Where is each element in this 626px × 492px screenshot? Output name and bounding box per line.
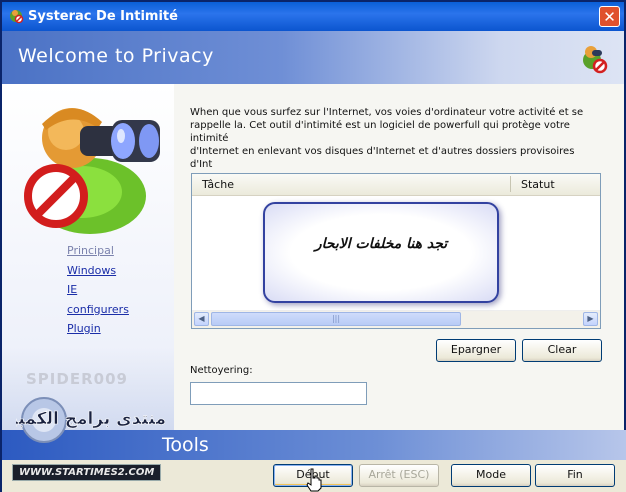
epargner-button[interactable]: Epargner <box>436 339 516 362</box>
app-window: Systerac De Intimité ✕ Welcome to Privac… <box>0 0 626 492</box>
page-title: Welcome to Privacy <box>18 45 214 67</box>
spy-mascot-icon <box>24 108 160 234</box>
nav-link-configurers[interactable]: configurers <box>67 303 129 323</box>
watermark-spider: SPIDER009 <box>26 370 128 388</box>
forum-logo-text: منتدى برامج الكمبيوتر <box>16 409 166 429</box>
sidebar-nav: Principal Windows IE configurers Plugin <box>67 244 129 342</box>
annotation-callout: تجد هنا مخلفات الابحار <box>263 202 499 303</box>
nav-link-plugin[interactable]: Plugin <box>67 322 129 342</box>
forum-logo: منتدى برامج الكمبيوتر <box>16 397 166 443</box>
privacy-spy-icon <box>583 46 608 74</box>
title-bar[interactable]: Systerac De Intimité ✕ <box>2 2 624 31</box>
tools-label: Tools <box>162 434 209 456</box>
window-title: Systerac De Intimité <box>28 9 178 24</box>
close-icon: ✕ <box>603 8 616 26</box>
hand-cursor-icon <box>306 468 322 492</box>
mode-button[interactable]: Mode <box>451 464 531 487</box>
nav-link-principal[interactable]: Principal <box>67 244 129 264</box>
app-icon <box>10 10 24 24</box>
nav-link-ie[interactable]: IE <box>67 283 129 303</box>
nettoyering-label: Nettoyering: <box>190 365 253 376</box>
header-banner: Welcome to Privacy <box>2 31 624 84</box>
horizontal-scrollbar[interactable]: ◀ ||| ▶ <box>192 310 600 328</box>
site-url-badge: WWW.STARTIMES2.COM <box>12 464 162 481</box>
task-list-header: Tâche Statut <box>192 174 600 196</box>
scroll-right-icon[interactable]: ▶ <box>583 312 598 326</box>
scroll-left-icon[interactable]: ◀ <box>194 312 209 326</box>
scroll-thumb[interactable]: ||| <box>211 312 461 326</box>
nettoyering-field[interactable] <box>190 382 367 405</box>
column-header-statut[interactable]: Statut <box>521 178 555 191</box>
arret-button[interactable]: Arrêt (ESC) <box>359 464 439 487</box>
clear-button[interactable]: Clear <box>522 339 602 362</box>
column-divider[interactable] <box>510 176 511 192</box>
column-header-tache[interactable]: Tâche <box>202 178 234 191</box>
nav-link-windows[interactable]: Windows <box>67 264 129 284</box>
callout-text: تجد هنا مخلفات الابحار <box>314 236 448 252</box>
close-button[interactable]: ✕ <box>599 6 620 27</box>
description-text: When que vous surfez sur l'Internet, vos… <box>190 107 584 170</box>
fin-button[interactable]: Fin <box>535 464 615 487</box>
